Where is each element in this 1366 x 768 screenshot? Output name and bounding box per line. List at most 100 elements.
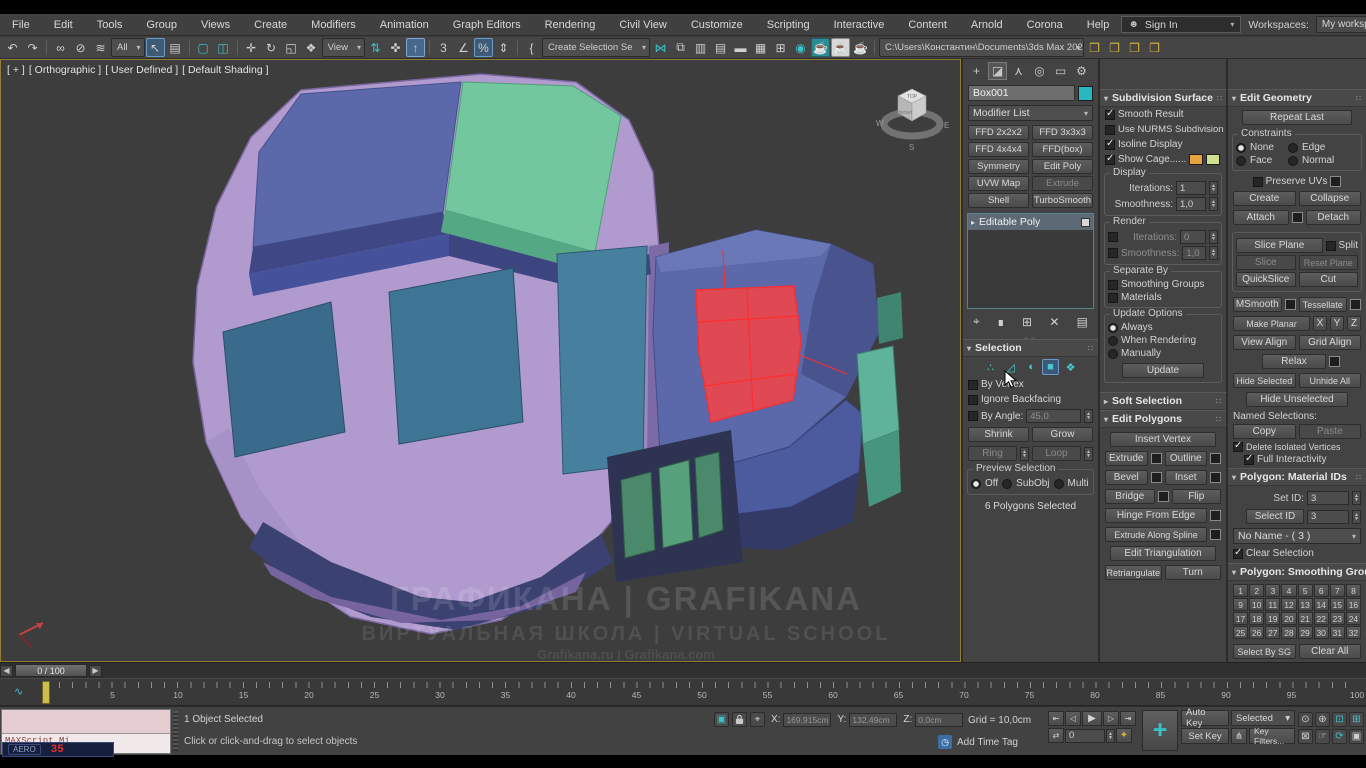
key-filters-button[interactable]: Key Filters...	[1249, 728, 1295, 744]
smoothing-group-button[interactable]: 17	[1233, 612, 1248, 625]
schematic-view-icon[interactable]: ⊞	[771, 38, 790, 57]
smoothing-group-button[interactable]: 20	[1281, 612, 1296, 625]
select-and-place-icon[interactable]: ❖	[302, 38, 321, 57]
preview-multi-radio[interactable]	[1054, 479, 1064, 489]
smoothing-group-button[interactable]: 19	[1265, 612, 1280, 625]
planar-x-button[interactable]: X	[1313, 316, 1327, 331]
unlink-selection-icon[interactable]: ⊘	[71, 38, 90, 57]
loop-button[interactable]: Loop	[1032, 446, 1081, 461]
default-in-out-tangents-icon[interactable]: ✦	[1116, 728, 1132, 743]
selection-rollout-header[interactable]: ▾ Selection ∷	[963, 339, 1098, 357]
menu-item[interactable]: Corona	[1015, 14, 1075, 36]
smoothing-group-button[interactable]: 16	[1346, 598, 1361, 611]
smoothing-group-button[interactable]: 29	[1298, 626, 1313, 639]
mirror-icon[interactable]: ⋈	[651, 38, 670, 57]
set-key-button[interactable]: Set Key	[1181, 728, 1229, 744]
smoothing-group-button[interactable]: 6	[1314, 584, 1329, 597]
select-object-icon[interactable]: ↖	[146, 38, 165, 57]
viewport-label-segment[interactable]: [ Default Shading ]	[182, 64, 268, 76]
pin-stack-icon[interactable]: ⌖	[973, 314, 980, 329]
zoom-extents-icon[interactable]: ⊡	[1332, 712, 1347, 727]
tab-motion[interactable]: ◎	[1030, 62, 1049, 80]
render-iterations-checkbox[interactable]	[1108, 232, 1118, 242]
keyable-icon[interactable]: ⋔	[1231, 728, 1247, 744]
spinner[interactable]: ▲▼	[1106, 729, 1115, 743]
redo-icon[interactable]: ↷	[23, 38, 42, 57]
smoothing-groups-header[interactable]: ▾ Polygon: Smoothing Grou ∷	[1228, 563, 1366, 581]
smoothing-group-button[interactable]: 30	[1314, 626, 1329, 639]
menu-item[interactable]: Help	[1075, 14, 1122, 36]
viewport-label-segment[interactable]: [ User Defined ]	[105, 64, 178, 76]
key-mode-toggle-icon[interactable]: ⇄	[1048, 728, 1064, 743]
select-id-field[interactable]: 3	[1307, 510, 1349, 524]
rendered-frame-window-icon[interactable]: ☕	[831, 38, 850, 57]
previous-frame-icon[interactable]: ◁	[1065, 711, 1081, 726]
smoothing-group-button[interactable]: 22	[1314, 612, 1329, 625]
repeat-last-button[interactable]: Repeat Last	[1242, 110, 1352, 125]
add-time-tag[interactable]: ◷ Add Time Tag	[938, 735, 1018, 749]
3d-model-cockpit[interactable]	[1, 60, 961, 661]
smoothing-group-button[interactable]: 14	[1314, 598, 1329, 611]
make-unique-icon[interactable]: ⊞	[1022, 315, 1032, 329]
select-and-rotate-icon[interactable]: ↻	[262, 38, 281, 57]
spinner[interactable]: ▲▼	[1084, 409, 1093, 423]
configure-modifier-sets-icon[interactable]: ▤	[1077, 315, 1088, 329]
smoothing-group-button[interactable]: 13	[1298, 598, 1313, 611]
by-angle-field[interactable]: 45,0	[1026, 409, 1081, 423]
zoom-region-icon[interactable]: ⊠	[1298, 729, 1313, 744]
border-mode-icon[interactable]: ◖	[1022, 359, 1039, 375]
subdivision-surface-header[interactable]: ▾ Subdivision Surface ∷	[1100, 89, 1226, 107]
spinner[interactable]: ▲▼	[1209, 246, 1218, 260]
expand-arrow-icon[interactable]: ▸	[971, 218, 975, 227]
orbit-icon[interactable]: ⟳	[1332, 729, 1347, 744]
outline-button[interactable]: Outline	[1165, 451, 1208, 466]
shrink-button[interactable]: Shrink	[968, 427, 1029, 442]
go-to-start-icon[interactable]: ⇤	[1048, 711, 1064, 726]
auto-key-button[interactable]: Auto Key	[1181, 710, 1229, 726]
toggle-ribbon-icon[interactable]: ▬	[731, 38, 750, 57]
use-nurms-checkbox[interactable]	[1105, 125, 1115, 135]
smoothing-group-button[interactable]: 28	[1281, 626, 1296, 639]
always-radio[interactable]	[1108, 323, 1118, 333]
create-button[interactable]: Create	[1233, 191, 1296, 206]
keyboard-shortcut-override-icon[interactable]: ↑	[406, 38, 425, 57]
time-slider-back-button[interactable]: ◀	[0, 665, 13, 677]
spinner[interactable]: ▲▼	[1209, 181, 1218, 195]
preview-off-radio[interactable]	[971, 479, 981, 489]
display-iterations-field[interactable]: 1	[1176, 181, 1206, 195]
smoothing-group-button[interactable]: 12	[1281, 598, 1296, 611]
modifier-button[interactable]: FFD 3x3x3	[1032, 125, 1093, 140]
attach-settings-icon[interactable]	[1292, 212, 1303, 223]
inset-settings-icon[interactable]	[1210, 472, 1221, 483]
menu-item[interactable]: Modifiers	[299, 14, 368, 36]
zoom-icon[interactable]: ⊙	[1298, 712, 1313, 727]
make-planar-button[interactable]: Make Planar	[1233, 316, 1310, 331]
modifier-stack[interactable]: ▸ Editable Poly	[967, 213, 1094, 309]
tessellate-settings-icon[interactable]	[1350, 299, 1361, 310]
detach-button[interactable]: Detach	[1306, 210, 1362, 225]
copy-button[interactable]: Copy	[1233, 424, 1296, 439]
named-selection-sets-dropdown[interactable]: Create Selection Se	[542, 38, 650, 57]
constraint-face-radio[interactable]	[1236, 156, 1246, 166]
update-button[interactable]: Update	[1122, 363, 1204, 378]
smoothing-group-button[interactable]: 18	[1249, 612, 1264, 625]
sign-in-button[interactable]: ☻ Sign In ▾	[1121, 16, 1241, 33]
menu-item[interactable]: Animation	[368, 14, 441, 36]
msmooth-settings-icon[interactable]	[1285, 299, 1296, 310]
full-interactivity-checkbox[interactable]	[1244, 455, 1254, 465]
snaps-toggle-icon[interactable]: 3	[434, 38, 453, 57]
object-color-swatch[interactable]	[1078, 86, 1093, 101]
z-coordinate-field[interactable]: 0,0cm	[915, 713, 963, 727]
stack-item-editable-poly[interactable]: ▸ Editable Poly	[968, 214, 1093, 230]
toggle-layer-explorer-icon[interactable]: ▤	[711, 38, 730, 57]
cage-color-swatch-2[interactable]	[1206, 154, 1220, 165]
go-to-end-icon[interactable]: ⇥	[1120, 711, 1136, 726]
angle-snap-icon[interactable]: ∠	[454, 38, 473, 57]
smoothing-group-button[interactable]: 4	[1281, 584, 1296, 597]
quickslice-button[interactable]: QuickSlice	[1236, 272, 1296, 287]
modifier-button[interactable]: FFD 4x4x4	[968, 142, 1029, 157]
preserve-uvs-settings-icon[interactable]	[1330, 176, 1341, 187]
menu-item[interactable]: Civil View	[607, 14, 678, 36]
extrude-settings-icon[interactable]	[1151, 453, 1162, 464]
curve-editor-icon[interactable]: ▦	[751, 38, 770, 57]
